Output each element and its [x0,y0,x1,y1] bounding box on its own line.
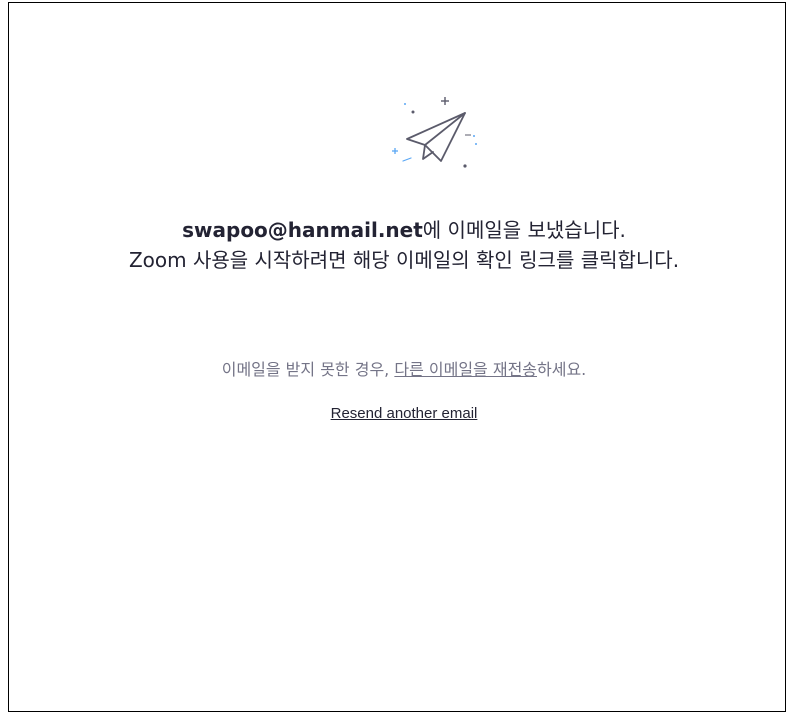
headline-line1-suffix: 에 이메일을 보냈습니다. [422,218,626,242]
sparkle-dot [473,135,475,137]
sparkle-dot [475,143,477,145]
sparkle-dot [404,103,406,105]
sparkle-dot [411,110,415,114]
confirmation-message: swapoo@hanmail.net에 이메일을 보냈습니다. Zoom 사용을… [49,215,759,275]
confirmation-panel: swapoo@hanmail.net에 이메일을 보냈습니다. Zoom 사용을… [8,2,786,712]
sparkle-dot [463,164,467,168]
sparkle-icon [441,97,449,105]
paper-plane-icon [383,91,483,175]
email-address: swapoo@hanmail.net [182,218,423,242]
motion-lines [402,157,412,162]
sparkle-icon [392,148,398,154]
notice-suffix: 하세요. [537,360,587,379]
resend-notice: 이메일을 받지 못한 경우, 다른 이메일을 재전송하세요. [49,359,759,381]
notice-prefix: 이메일을 받지 못한 경우, [221,360,395,379]
plane-shape [406,112,466,162]
resend-link[interactable]: 다른 이메일을 재전송 [394,360,537,379]
headline-line1: swapoo@hanmail.net에 이메일을 보냈습니다. [49,215,759,245]
resend-another-wrap: Resend another email [49,403,759,425]
headline-line2: Zoom 사용을 시작하려면 해당 이메일의 확인 링크를 클릭합니다. [128,248,680,272]
resend-another-email-link[interactable]: Resend another email [331,405,478,422]
